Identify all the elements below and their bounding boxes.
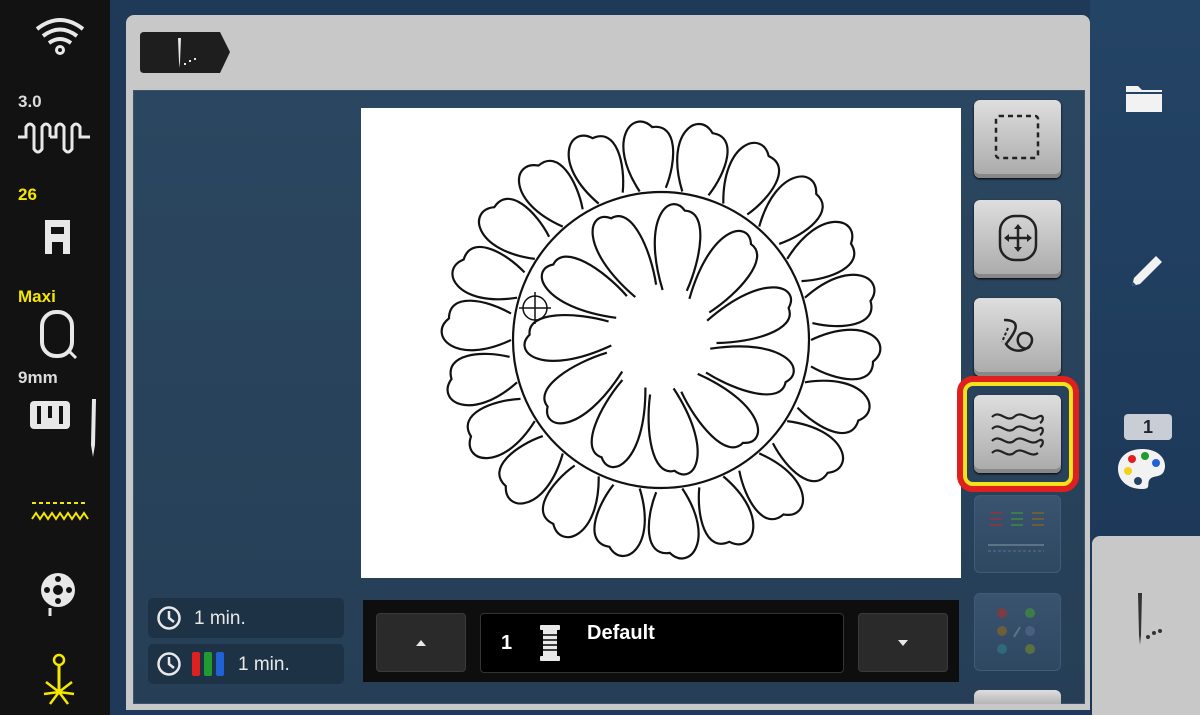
stitch-time-box: 1 min. bbox=[148, 598, 344, 638]
thread-name: Default bbox=[587, 622, 655, 644]
scroll-down-button[interactable] bbox=[858, 613, 948, 672]
pencil-icon[interactable] bbox=[1126, 252, 1166, 292]
quilt-stitch-button[interactable] bbox=[974, 395, 1061, 473]
arrow-down-icon bbox=[898, 640, 908, 646]
stitch-plate-icon[interactable] bbox=[0, 395, 110, 460]
palette-icon[interactable] bbox=[1114, 445, 1170, 493]
bobbin-icon[interactable] bbox=[0, 568, 110, 618]
feed-dog-icon[interactable] bbox=[0, 495, 110, 530]
outer-feather bbox=[647, 487, 700, 560]
thread-color-item[interactable]: 1 Default bbox=[480, 613, 844, 673]
outer-feather bbox=[810, 328, 882, 381]
presser-foot-number: 26 bbox=[18, 185, 37, 204]
color-grid-button[interactable] bbox=[974, 593, 1061, 671]
needle-plate-label: 9mm bbox=[18, 368, 58, 387]
move-hoop-button[interactable] bbox=[974, 200, 1061, 278]
outer-feather bbox=[446, 352, 518, 407]
scroll-up-button[interactable] bbox=[376, 613, 466, 672]
palette-count-badge: 1 bbox=[1124, 414, 1172, 440]
folder-icon[interactable] bbox=[1124, 80, 1164, 116]
clock-icon bbox=[157, 606, 181, 630]
presser-foot-icon[interactable] bbox=[0, 210, 110, 260]
stitch-width-value: 3.0 bbox=[18, 92, 42, 111]
outer-feather bbox=[440, 299, 512, 352]
stitch-time-value: 1 min. bbox=[194, 608, 246, 629]
color-dots-icon bbox=[997, 608, 1035, 654]
dashed-rectangle-icon bbox=[994, 114, 1040, 160]
stitch-pattern-icon[interactable] bbox=[0, 115, 110, 160]
needle-position-icon[interactable] bbox=[0, 652, 110, 707]
arrow-up-icon bbox=[416, 640, 426, 646]
left-status-bar: 3.0 26 Maxi 9mm bbox=[0, 0, 110, 715]
select-area-button[interactable] bbox=[974, 100, 1061, 178]
color-sequence-icon bbox=[988, 512, 1044, 552]
stipple-stitch-icon bbox=[991, 413, 1044, 456]
color-bars-icon bbox=[192, 652, 224, 676]
more-buttons-peek[interactable] bbox=[974, 690, 1061, 704]
outer-feather bbox=[676, 122, 729, 196]
needle-sewing-icon bbox=[1138, 593, 1162, 645]
color-time-value: 1 min. bbox=[238, 654, 290, 675]
trace-outline-icon bbox=[1001, 318, 1034, 352]
sewing-mode-tab[interactable] bbox=[1092, 536, 1200, 715]
clock-icon bbox=[157, 652, 181, 676]
outer-feather bbox=[593, 484, 646, 558]
color-time-box: 1 min. bbox=[148, 644, 344, 684]
inner-feather bbox=[653, 203, 702, 292]
color-resequence-button[interactable] bbox=[974, 495, 1061, 573]
inner-feather bbox=[523, 314, 612, 362]
hoop-move-icon bbox=[998, 214, 1038, 262]
hoop-icon[interactable] bbox=[0, 308, 110, 363]
outer-feather bbox=[622, 120, 675, 193]
needle-tab-icon[interactable] bbox=[140, 30, 230, 75]
outer-feather bbox=[804, 273, 876, 328]
wifi-icon[interactable] bbox=[0, 15, 110, 60]
hoop-size-label: Maxi bbox=[18, 287, 56, 306]
embroidery-canvas[interactable] bbox=[361, 108, 961, 578]
thread-spool-icon bbox=[540, 625, 560, 661]
thread-number: 1 bbox=[501, 632, 513, 654]
check-size-button[interactable] bbox=[974, 298, 1061, 376]
feather-wreath-design bbox=[440, 120, 882, 560]
